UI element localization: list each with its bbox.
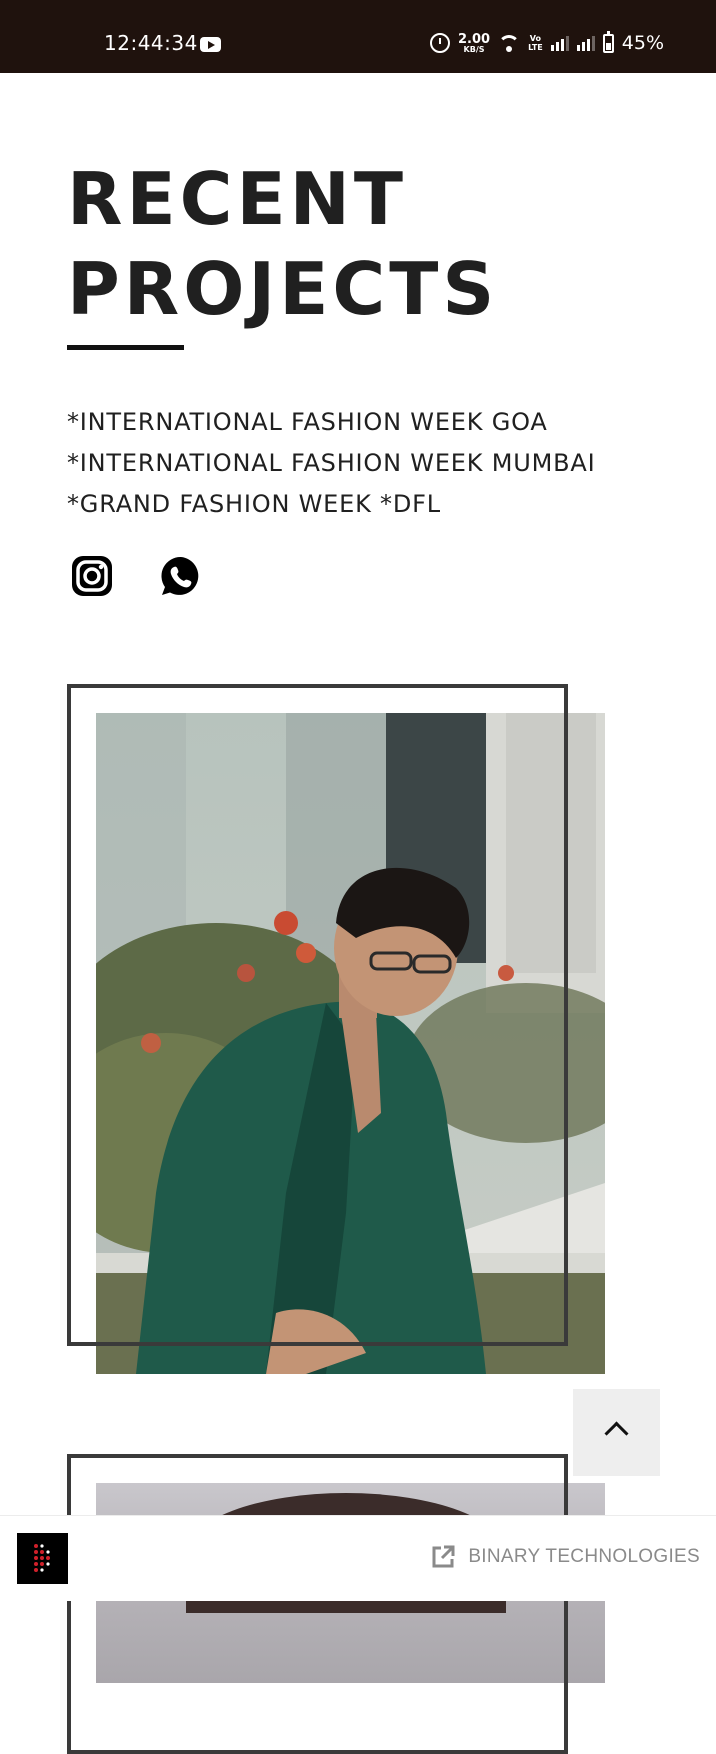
page-title-line2: PROJECTS <box>67 247 499 331</box>
project-list: *INTERNATIONAL FASHION WEEK GOA *INTERNA… <box>67 402 595 525</box>
youtube-notification-icon <box>200 37 221 52</box>
wifi-icon <box>498 33 521 53</box>
external-link-icon <box>432 1545 455 1568</box>
project-item: *INTERNATIONAL FASHION WEEK MUMBAI <box>67 449 596 477</box>
project-item: *GRAND FASHION WEEK *DFL <box>67 490 441 518</box>
scroll-to-top-button[interactable] <box>573 1389 660 1476</box>
signal-icon-sim2 <box>576 35 595 51</box>
brand-text: BINARY TECHNOLOGIES <box>468 1546 700 1567</box>
page-title-line1: RECENT <box>67 157 408 241</box>
bottom-bar: BINARY TECHNOLOGIES <box>0 1515 716 1601</box>
project-item: *INTERNATIONAL FASHION WEEK GOA <box>67 408 548 436</box>
network-speed-value: 2.00 <box>457 31 491 47</box>
binary-technologies-link[interactable]: BINARY TECHNOLOGIES <box>430 1544 700 1570</box>
project-card-frame <box>67 684 568 1346</box>
battery-percentage: 45% <box>621 32 664 54</box>
status-time: 12:44:34 <box>104 31 198 55</box>
battery-icon <box>602 30 614 53</box>
status-bar: 12:44:34 2.00 KB/S Vo LTE 45% <box>0 0 716 73</box>
status-icons: 2.00 KB/S Vo LTE 45% <box>429 30 664 56</box>
alarm-icon <box>429 33 450 53</box>
page-title: RECENT PROJECTS <box>67 154 498 334</box>
title-underline <box>67 345 184 350</box>
network-speed: 2.00 KB/S <box>458 33 490 54</box>
network-speed-unit: KB/S <box>463 44 485 54</box>
signal-icon-sim1 <box>550 35 569 51</box>
whatsapp-icon[interactable] <box>160 555 202 597</box>
instagram-icon[interactable] <box>71 555 113 597</box>
project-card-frame-2 <box>67 1454 568 1754</box>
volte-icon: Vo LTE <box>528 34 543 52</box>
brand-logo-icon[interactable] <box>17 1533 68 1584</box>
